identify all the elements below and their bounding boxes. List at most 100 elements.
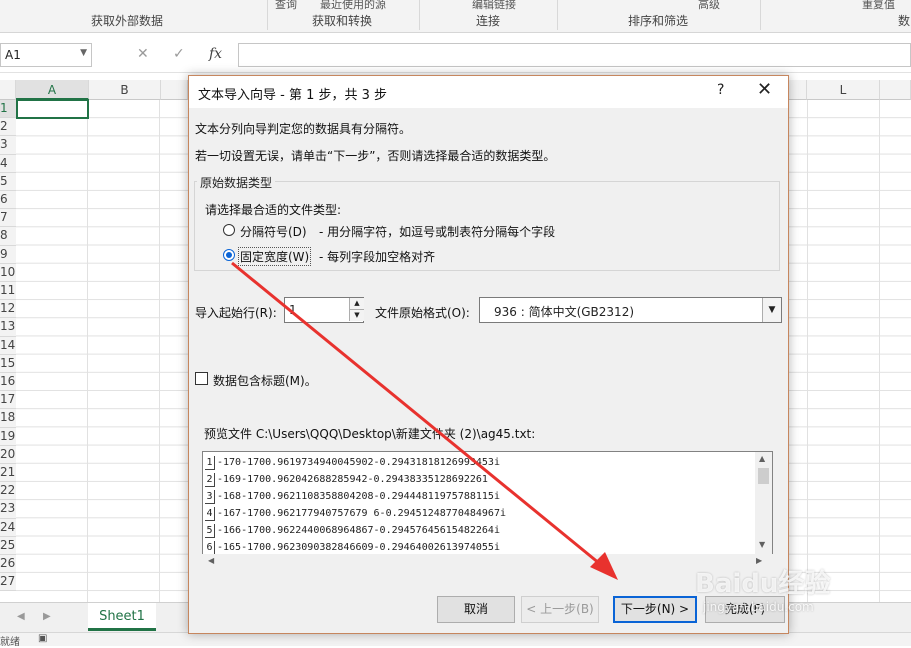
start-row-stepper[interactable]: 1 ▲ ▼ xyxy=(284,297,364,323)
selected-cell-a1[interactable] xyxy=(16,99,89,119)
row-header[interactable]: 7 xyxy=(0,209,16,228)
stepper-up-icon[interactable]: ▲ xyxy=(349,298,364,310)
row-header[interactable]: 15 xyxy=(0,354,16,373)
header-row-checkbox[interactable] xyxy=(195,372,208,385)
row-header[interactable]: 19 xyxy=(0,427,16,446)
column-header-l[interactable]: L xyxy=(807,80,880,100)
row-header[interactable]: 11 xyxy=(0,282,16,301)
scroll-up-icon[interactable]: ▲ xyxy=(759,454,765,463)
next-button[interactable]: 下一步(N) > xyxy=(613,596,697,623)
ribbon-group-sort-filter: 排序和筛选 xyxy=(628,14,689,28)
scroll-thumb[interactable] xyxy=(758,468,769,484)
radio-delimited-description: - 用分隔字符，如逗号或制表符分隔每个字段 xyxy=(319,225,556,239)
row-header[interactable]: 27 xyxy=(0,573,16,592)
preview-row: 2 -169-1700.962042688285942-0.29438335128… xyxy=(205,471,506,488)
cancel-icon[interactable]: ✕ xyxy=(137,46,149,62)
ribbon-query-label[interactable]: 查询 xyxy=(275,0,297,12)
ribbon-group-data-tools: 数 xyxy=(898,14,911,28)
preview-row-number: 2 xyxy=(205,473,215,487)
column-header-a[interactable]: A xyxy=(16,80,89,100)
macro-record-icon[interactable]: ▣ xyxy=(38,633,47,644)
preview-row: 3 -168-1700.9621108358804208-0.2944481197… xyxy=(205,488,506,505)
preview-row: 5 -166-1700.9622440068964867-0.2945764561… xyxy=(205,522,506,539)
scroll-down-icon[interactable]: ▼ xyxy=(759,540,765,549)
radio-fixed-width[interactable] xyxy=(223,249,235,261)
row-header[interactable]: 8 xyxy=(0,227,16,246)
column-header-m[interactable] xyxy=(880,80,911,100)
start-row-value[interactable]: 1 xyxy=(289,303,297,317)
preview-vertical-scrollbar[interactable]: ▲ ▼ xyxy=(755,452,772,568)
file-type-prompt: 请选择最合适的文件类型: xyxy=(205,203,342,217)
insert-function-icon[interactable]: fx xyxy=(209,46,222,62)
data-type-group-title: 原始数据类型 xyxy=(197,174,276,191)
tab-next-icon[interactable]: ▶ xyxy=(43,611,51,622)
preview-row-number: 4 xyxy=(205,507,215,521)
header-row-checkbox-label[interactable]: 数据包含标题(M)。 xyxy=(213,372,317,389)
stepper-down-icon[interactable]: ▼ xyxy=(349,310,364,321)
ribbon-group-connections: 连接 xyxy=(476,14,501,28)
row-header[interactable]: 6 xyxy=(0,191,16,210)
row-header[interactable]: 10 xyxy=(0,263,16,282)
name-box[interactable]: A1 ▼ xyxy=(0,43,92,67)
status-text: 就绪 xyxy=(0,637,20,648)
row-header[interactable]: 14 xyxy=(0,336,16,355)
row-header[interactable]: 25 xyxy=(0,536,16,555)
row-header[interactable]: 23 xyxy=(0,500,16,519)
preview-row-number: 6 xyxy=(205,541,215,555)
preview-horizontal-scrollbar[interactable]: ◀ ▶ xyxy=(202,554,773,569)
ribbon-edit-links-label[interactable]: 编辑链接 xyxy=(472,0,516,12)
ribbon-advanced-label[interactable]: 高级 xyxy=(698,0,720,12)
row-header[interactable]: 1 xyxy=(0,100,16,119)
preview-row-text: -170-1700.9619734940045902-0.29431818126… xyxy=(217,457,500,468)
chevron-down-icon[interactable]: ▼ xyxy=(80,48,87,58)
back-button[interactable]: < 上一步(B) xyxy=(521,596,599,623)
preview-row: 4 -167-1700.962177940757679 6-0.294512487… xyxy=(205,505,506,522)
row-header[interactable]: 20 xyxy=(0,445,16,464)
enter-icon[interactable]: ✓ xyxy=(173,46,185,62)
column-header-b[interactable]: B xyxy=(89,80,161,100)
row-header[interactable]: 2 xyxy=(0,118,16,137)
help-icon[interactable]: ? xyxy=(717,82,724,98)
ribbon-group-get-transform: 获取和转换 xyxy=(312,14,373,28)
ribbon: 查询 最近使用的源 编辑链接 高级 重复值 获取外部数据 获取和转换 连接 排序… xyxy=(0,0,911,33)
ribbon-recent-sources-label[interactable]: 最近使用的源 xyxy=(320,0,386,12)
file-origin-select[interactable]: 936 : 简体中文(GB2312) ▼ xyxy=(479,297,782,323)
row-header[interactable]: 17 xyxy=(0,391,16,410)
preview-row-number: 5 xyxy=(205,524,215,538)
row-header[interactable]: 3 xyxy=(0,136,16,155)
row-header[interactable]: 26 xyxy=(0,555,16,574)
name-box-value: A1 xyxy=(5,48,21,62)
preview-row-text: -166-1700.9622440068964867-0.29457645615… xyxy=(217,525,500,536)
formula-input[interactable] xyxy=(238,43,911,67)
column-header-c[interactable] xyxy=(161,80,188,100)
row-header[interactable]: 9 xyxy=(0,245,16,264)
tab-prev-icon[interactable]: ◀ xyxy=(17,611,25,622)
radio-fixed-width-label[interactable]: 固定宽度(W) xyxy=(238,247,312,266)
dialog-title-bar[interactable]: 文本导入向导 - 第 1 步，共 3 步 ? ✕ xyxy=(189,76,788,108)
ribbon-separator xyxy=(419,0,420,30)
dialog-title: 文本导入向导 - 第 1 步，共 3 步 xyxy=(198,88,388,103)
cancel-button[interactable]: 取消 xyxy=(437,596,515,623)
chevron-down-icon[interactable]: ▼ xyxy=(762,298,781,322)
sheet-tab-sheet1[interactable]: Sheet1 xyxy=(88,603,156,631)
row-header[interactable]: 5 xyxy=(0,172,16,191)
ribbon-group-external-data: 获取外部数据 xyxy=(91,14,164,28)
scroll-left-icon[interactable]: ◀ xyxy=(208,556,214,565)
row-header[interactable]: 12 xyxy=(0,300,16,319)
radio-delimited-label[interactable]: 分隔符号(D) xyxy=(240,223,307,240)
row-header[interactable]: 24 xyxy=(0,518,16,537)
row-header[interactable]: 22 xyxy=(0,482,16,501)
ribbon-duplicates-label[interactable]: 重复值 xyxy=(862,0,895,12)
row-header[interactable]: 4 xyxy=(0,154,16,173)
row-header[interactable]: 18 xyxy=(0,409,16,428)
select-all-corner[interactable] xyxy=(0,80,16,100)
close-icon[interactable]: ✕ xyxy=(757,79,772,100)
preview-box[interactable]: 1 -170-1700.9619734940045902-0.2943181812… xyxy=(202,451,773,569)
preview-row-text: -167-1700.962177940757679 6-0.2945124877… xyxy=(217,508,506,519)
column-header-k[interactable] xyxy=(789,80,807,100)
row-header[interactable]: 21 xyxy=(0,464,16,483)
row-header[interactable]: 13 xyxy=(0,318,16,337)
radio-delimited[interactable] xyxy=(223,224,235,236)
radio-fixed-width-description: - 每列字段加空格对齐 xyxy=(319,250,436,264)
row-header[interactable]: 16 xyxy=(0,373,16,392)
